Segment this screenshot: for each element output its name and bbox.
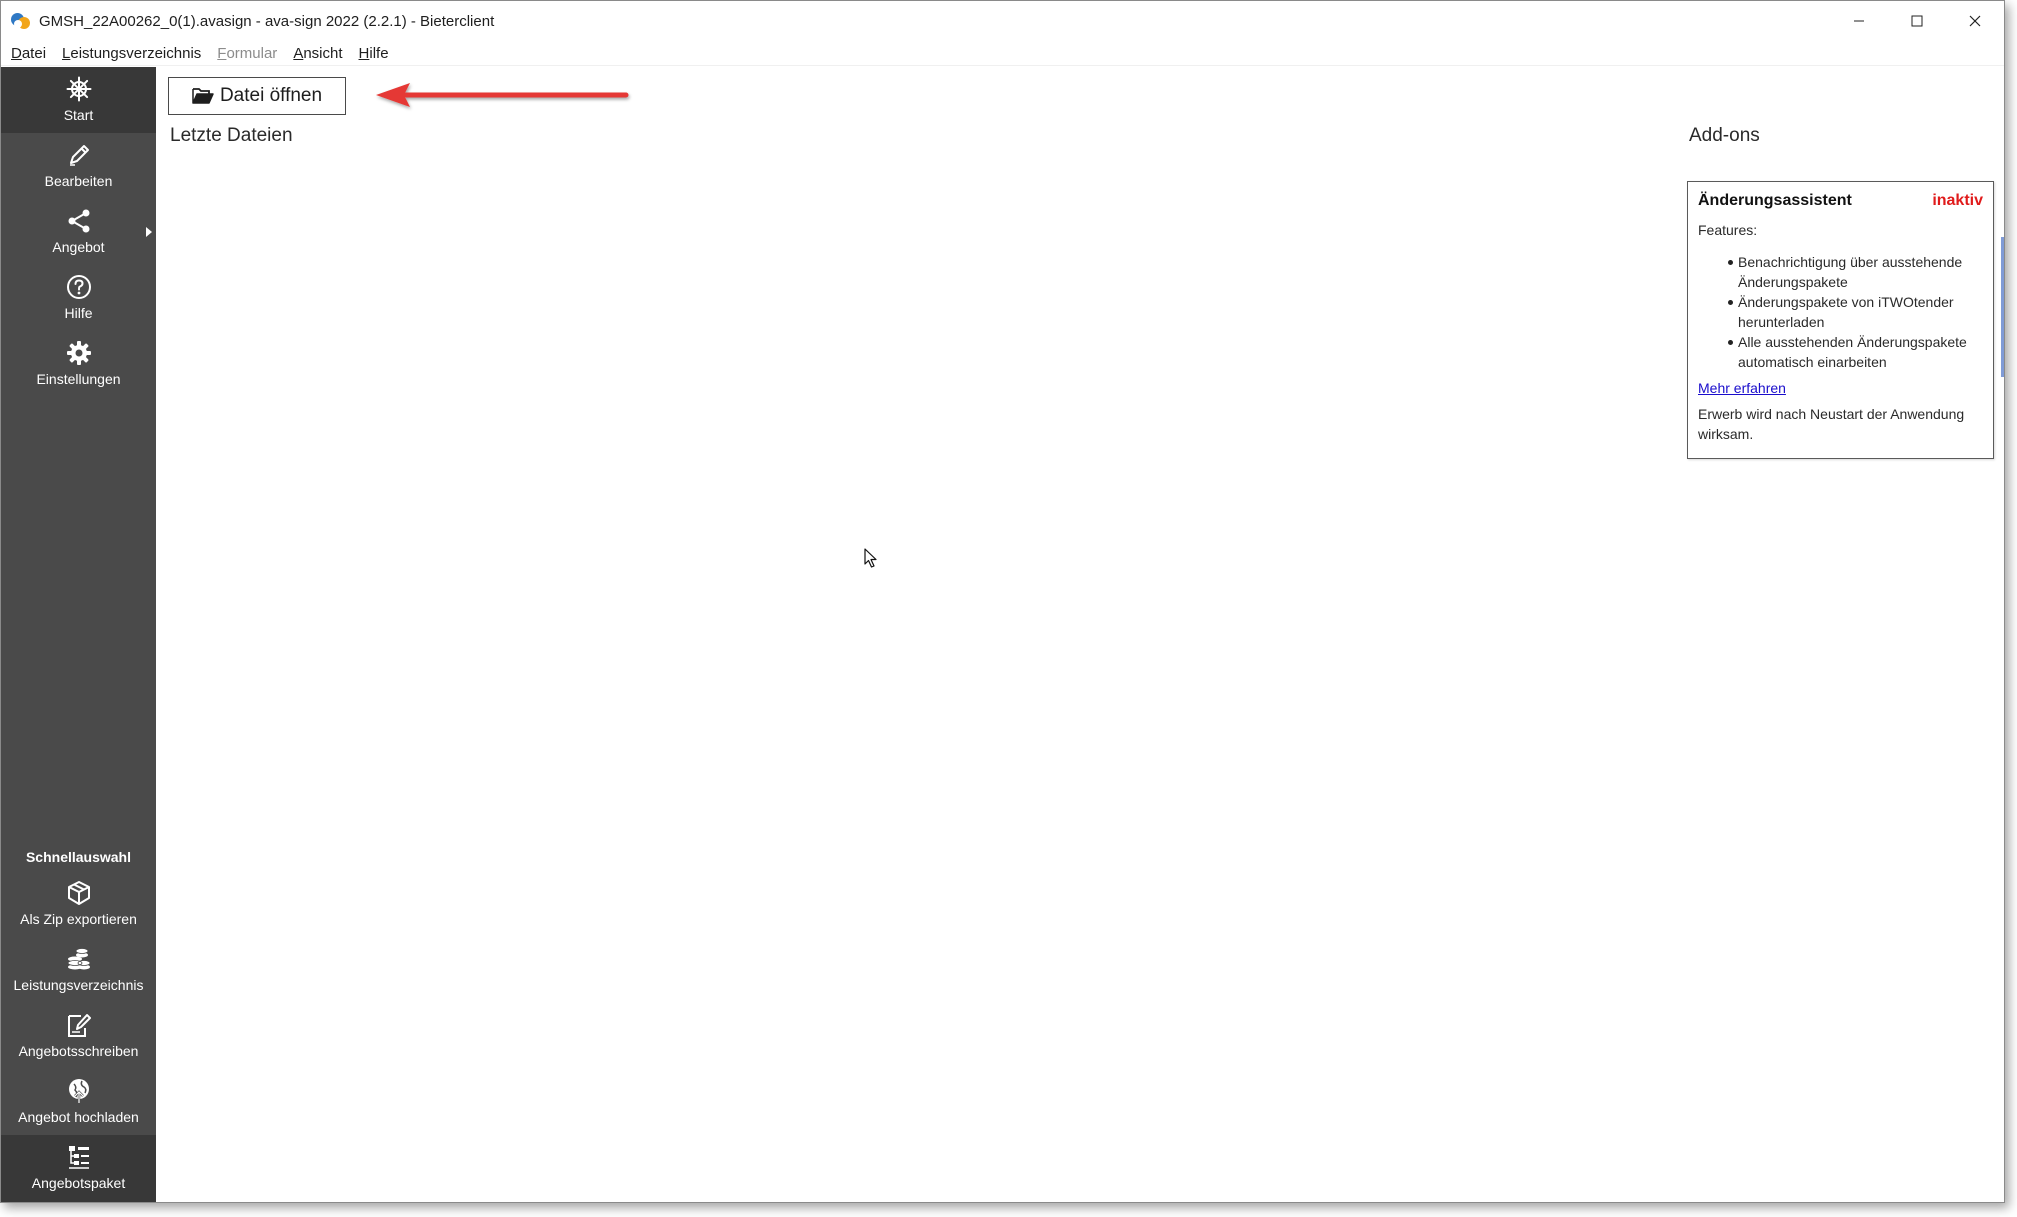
- sidebar-item-start[interactable]: Start: [1, 67, 156, 133]
- maximize-button[interactable]: [1888, 1, 1946, 41]
- sidebar-item-hilfe[interactable]: Hilfe: [1, 265, 156, 331]
- menu-bar: Datei Leistungsverzeichnis Formular Ansi…: [1, 41, 2004, 66]
- annotation-arrow-icon: [376, 83, 629, 107]
- sidebar: Start Bearbeiten Angebot Hilfe Einstellu…: [1, 67, 156, 1202]
- sidebar-item-label: Hilfe: [64, 305, 93, 321]
- maximize-icon: [1911, 15, 1923, 27]
- quick-item-angebot-hochladen[interactable]: Angebot hochladen: [1, 1069, 156, 1135]
- list-item: Änderungspakete von iTWOtender herunterl…: [1728, 292, 1983, 332]
- globe-upload-icon: [65, 1077, 93, 1105]
- sidebar-item-label: Bearbeiten: [44, 173, 113, 189]
- recent-files-title: Letzte Dateien: [170, 125, 293, 146]
- quick-item-label: Angebotsschreiben: [18, 1043, 139, 1059]
- quick-item-zip-export[interactable]: Als Zip exportieren: [1, 871, 156, 937]
- share-icon: [65, 207, 93, 235]
- quick-item-angebotspaket[interactable]: Angebotspaket: [1, 1135, 156, 1202]
- minimize-icon: [1854, 20, 1864, 22]
- menu-datei[interactable]: Datei: [11, 45, 46, 62]
- submenu-arrow-icon: [146, 227, 152, 237]
- list-item: Alle ausstehenden Änderungspakete automa…: [1728, 332, 1983, 372]
- menu-leistungsverzeichnis[interactable]: Leistungsverzeichnis: [62, 45, 201, 62]
- scrollbar-edge: [2001, 237, 2004, 377]
- ship-wheel-icon: [65, 75, 93, 103]
- app-window: GMSH_22A00262_0(1).avasign - ava-sign 20…: [0, 0, 2005, 1203]
- quick-item-angebotsschreiben[interactable]: Angebotsschreiben: [1, 1003, 156, 1069]
- quick-item-label: Angebotspaket: [31, 1175, 126, 1191]
- open-file-button-label: Datei öffnen: [219, 85, 323, 106]
- mouse-cursor-icon: [864, 548, 877, 568]
- close-button[interactable]: [1946, 1, 2004, 41]
- window-controls: [1830, 1, 2004, 41]
- minimize-button[interactable]: [1830, 1, 1888, 41]
- sidebar-item-label: Einstellungen: [36, 371, 121, 387]
- app-logo-icon: [11, 11, 31, 31]
- coins-stack-icon: [65, 945, 93, 973]
- start-page: Datei öffnen Letzte Dateien Add-ons Ände…: [156, 67, 2004, 1202]
- sidebar-item-einstellungen[interactable]: Einstellungen: [1, 331, 156, 397]
- document-edit-icon: [65, 1011, 93, 1039]
- quick-item-label: Angebot hochladen: [18, 1109, 139, 1125]
- sidebar-item-angebot[interactable]: Angebot: [1, 199, 156, 265]
- menu-hilfe[interactable]: Hilfe: [359, 45, 389, 62]
- package-icon: [65, 879, 93, 907]
- window-title: GMSH_22A00262_0(1).avasign - ava-sign 20…: [39, 12, 495, 30]
- folder-open-icon: [192, 87, 214, 105]
- quick-item-label: Leistungsverzeichnis: [13, 977, 144, 993]
- help-circle-icon: [65, 273, 93, 301]
- tree-list-icon: [65, 1143, 93, 1171]
- addons-title: Add-ons: [1689, 125, 1760, 146]
- quick-item-leistungsverzeichnis[interactable]: Leistungsverzeichnis: [1, 937, 156, 1003]
- addon-status-badge: inaktiv: [1932, 192, 1983, 209]
- close-icon: [1969, 15, 1981, 27]
- addon-card: Änderungsassistent inaktiv Features: Ben…: [1687, 181, 1994, 459]
- quick-item-label: Als Zip exportieren: [20, 911, 137, 927]
- quick-select-title: Schnellauswahl: [25, 849, 132, 865]
- addon-note: Erwerb wird nach Neustart der Anwendung …: [1698, 406, 1965, 442]
- sidebar-item-label: Angebot: [52, 239, 105, 255]
- addon-feature-list: Benachrichtigung über ausstehende Änderu…: [1698, 252, 1983, 372]
- addon-features-label: Features:: [1698, 222, 1758, 238]
- open-file-button[interactable]: Datei öffnen: [168, 77, 346, 115]
- sidebar-item-bearbeiten[interactable]: Bearbeiten: [1, 133, 156, 199]
- list-item: Benachrichtigung über ausstehende Änderu…: [1728, 252, 1983, 292]
- gear-icon: [65, 339, 93, 367]
- addon-name: Änderungsassistent: [1698, 192, 1852, 209]
- title-bar: GMSH_22A00262_0(1).avasign - ava-sign 20…: [1, 1, 2004, 41]
- menu-ansicht[interactable]: Ansicht: [293, 45, 342, 62]
- menu-formular[interactable]: Formular: [217, 45, 277, 62]
- pencil-icon: [65, 141, 93, 169]
- sidebar-item-label: Start: [63, 107, 94, 123]
- learn-more-link[interactable]: Mehr erfahren: [1698, 380, 1786, 396]
